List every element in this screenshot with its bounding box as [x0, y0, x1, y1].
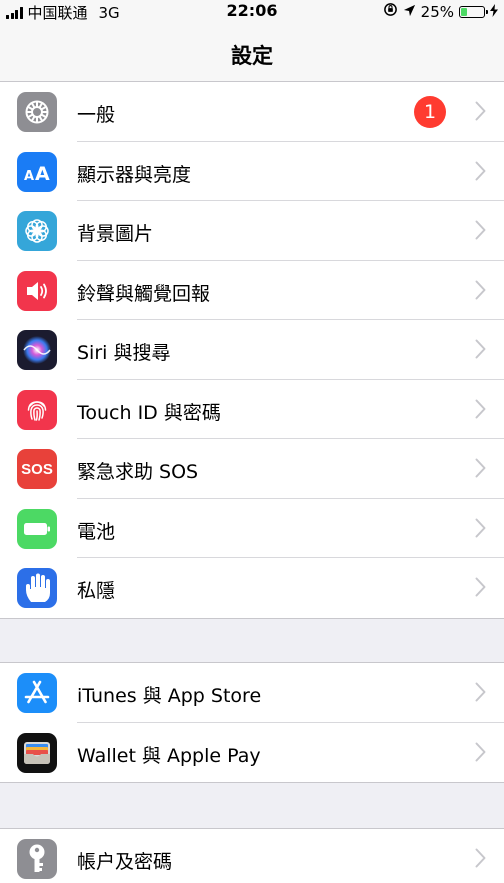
wallet-icon [17, 732, 57, 773]
key-icon [17, 839, 57, 879]
battery-icon [17, 508, 57, 549]
app-store-icon [17, 673, 57, 713]
sos-icon-text: SOS [21, 460, 53, 478]
settings-group-accounts: 帳户及密碼 [0, 828, 504, 883]
settings-row[interactable]: Touch ID 與密碼 [0, 380, 504, 439]
settings-row-label: 帳户及密碼 [77, 851, 173, 873]
settings-row-label: 緊急求助 SOS [77, 461, 199, 483]
settings-row-label: Siri 與搜尋 [77, 342, 171, 364]
chevron-right-icon [475, 518, 486, 537]
settings-row[interactable]: 帳户及密碼 [0, 829, 504, 883]
text-size-icon: AA [17, 151, 57, 192]
chevron-right-icon [475, 458, 486, 478]
chevron-right-icon [475, 220, 486, 240]
settings-row[interactable]: 電池 [0, 499, 504, 558]
flower-icon [17, 211, 57, 251]
settings-row[interactable]: Wallet 與 Apple Pay [0, 723, 504, 783]
chevron-right-icon [475, 339, 486, 359]
charging-icon [490, 3, 498, 21]
settings-row-label: 私隱 [77, 580, 116, 602]
chevron-right-icon [475, 742, 486, 761]
chevron-right-icon [475, 848, 486, 868]
siri-icon [17, 330, 57, 370]
hand-icon [17, 568, 57, 608]
gear-icon [17, 92, 57, 132]
page-title: 設定 [231, 44, 273, 68]
settings-row-label: 背景圖片 [77, 223, 154, 245]
chevron-right-icon [475, 101, 486, 121]
battery-icon [459, 5, 488, 18]
settings-row[interactable]: A A 顯示器與亮度 [0, 142, 504, 201]
settings-row[interactable]: 鈴聲與觸覺回報 [0, 261, 504, 320]
fingerprint-icon [17, 389, 57, 430]
settings-row-label: iTunes 與 App Store [77, 685, 262, 707]
settings-group-store: iTunes 與 App Store Wallet 與 Apple Pay [0, 662, 504, 783]
status-bar: 中国联通 3G 22:06 25% [0, 0, 504, 24]
chevron-right-icon [475, 280, 486, 299]
svg-text:A: A [35, 163, 50, 183]
orientation-lock-icon [383, 2, 398, 21]
speaker-icon [17, 270, 57, 311]
chevron-right-icon [475, 161, 486, 180]
settings-row-label: 電池 [77, 520, 116, 543]
settings-row[interactable]: 背景圖片 [0, 201, 504, 261]
settings-row-label: 鈴聲與觸覺回報 [77, 282, 211, 305]
location-icon [403, 3, 416, 21]
chevron-right-icon [475, 399, 486, 418]
settings-row[interactable]: Siri 與搜尋 [0, 320, 504, 380]
settings-row[interactable]: iTunes 與 App Store [0, 663, 504, 723]
chevron-right-icon [475, 682, 486, 702]
chevron-right-icon [475, 577, 486, 597]
notification-badge: 1 [414, 96, 446, 128]
status-right: 25% [383, 2, 498, 21]
settings-group-general: 一般 1 A A 顯示器與亮度 背景圖片鈴聲與觸覺回報 Siri 與搜尋 Touch ID 與… [0, 81, 504, 619]
sos-icon: SOS [17, 449, 57, 489]
svg-text:A: A [24, 169, 34, 183]
navigation-bar: 設定 [0, 24, 504, 82]
settings-row[interactable]: 一般 1 [0, 82, 504, 142]
settings-row-label: 顯示器與亮度 [77, 163, 192, 186]
settings-row-label: Wallet 與 Apple Pay [77, 744, 261, 767]
settings-row-label: Touch ID 與密碼 [77, 401, 221, 424]
battery-percent: 25% [420, 2, 454, 21]
settings-row[interactable]: SOS 緊急求助 SOS [0, 439, 504, 499]
settings-row[interactable]: 私隱 [0, 558, 504, 618]
settings-row-label: 一般 [77, 104, 116, 126]
